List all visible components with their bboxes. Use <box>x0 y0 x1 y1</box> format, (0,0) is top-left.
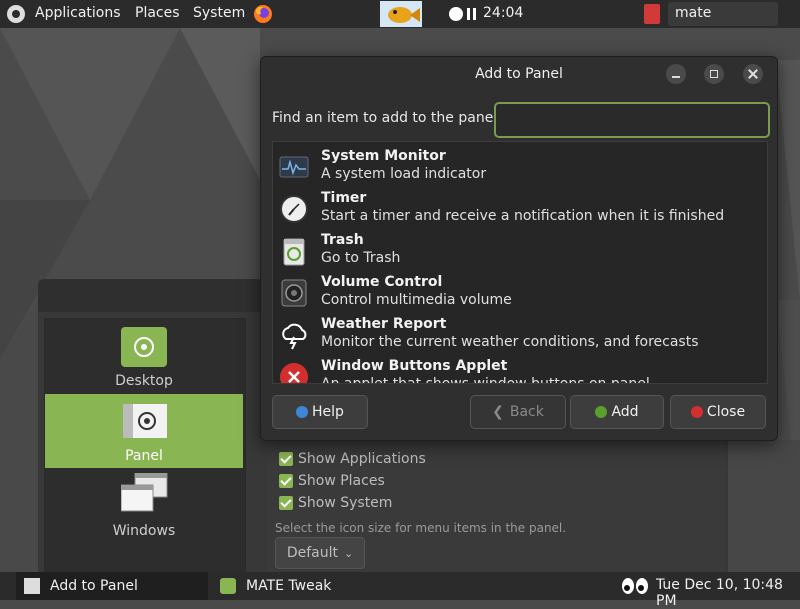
sidebar-item-desktop[interactable]: Desktop <box>45 319 243 393</box>
mate-tweak-icon <box>220 578 236 594</box>
item-description: Go to Trash <box>321 250 401 266</box>
speaker-icon <box>281 279 307 307</box>
eyes-applet-icon <box>622 578 648 594</box>
task-add-to-panel[interactable]: Add to Panel <box>16 572 208 600</box>
list-item[interactable]: Volume Control Control multimedia volume <box>273 272 753 314</box>
sidebar-item-label: Desktop <box>115 373 173 389</box>
pause-icon[interactable] <box>467 8 477 20</box>
sidebar-item-label: Panel <box>125 448 163 464</box>
item-title: Weather Report <box>321 316 447 332</box>
places-menu[interactable]: Places <box>135 5 180 21</box>
maximize-button[interactable] <box>704 64 724 84</box>
back-button[interactable]: ❮ Back <box>470 395 566 429</box>
list-item[interactable]: Window Buttons Applet An applet that sho… <box>273 356 753 384</box>
icon-size-dropdown[interactable]: Default ⌄ <box>275 537 365 569</box>
checkbox[interactable] <box>279 452 293 466</box>
fish-applet[interactable] <box>380 1 422 27</box>
timer-applet-icon[interactable] <box>449 7 463 21</box>
add-to-panel-dialog: Add to Panel Find an item to add to the … <box>260 56 778 441</box>
item-description: Start a timer and receive a notification… <box>321 208 725 224</box>
clock[interactable]: Tue Dec 10, 10:48 PM <box>656 577 800 609</box>
system-monitor-icon <box>279 156 309 178</box>
list-item[interactable]: System Monitor A system load indicator <box>273 146 753 188</box>
timer-text: 24:04 <box>483 5 524 21</box>
chevron-down-icon: ⌄ <box>343 546 354 560</box>
windows-icon <box>121 473 168 512</box>
list-item[interactable]: Timer Start a timer and receive a notifi… <box>273 188 753 230</box>
top-panel: Applications Places System 24:04 mate <box>0 0 800 28</box>
list-item[interactable]: Weather Report Monitor the current weath… <box>273 314 753 356</box>
system-menu[interactable]: System <box>193 5 245 21</box>
check-show-system[interactable]: Show System <box>279 495 392 511</box>
close-label: Close <box>706 404 746 420</box>
find-label: Find an item to add to the panel: <box>272 110 502 126</box>
item-title: Timer <box>321 190 367 206</box>
sidebar-item-panel[interactable]: Panel <box>45 394 243 468</box>
back-label: Back <box>509 404 544 420</box>
desktop-icon <box>121 327 167 367</box>
close-icon <box>690 406 703 418</box>
fish-icon <box>388 7 420 23</box>
trash-icon <box>283 238 305 266</box>
item-title: Trash <box>321 232 364 248</box>
sidebar-item-windows[interactable]: Windows <box>45 469 243 543</box>
applications-menu[interactable]: Applications <box>35 5 121 21</box>
dropdown-value: Default <box>286 545 338 561</box>
task-label: Add to Panel <box>50 578 138 594</box>
add-icon <box>595 406 608 418</box>
check-label: Show System <box>298 495 393 511</box>
item-description: Monitor the current weather conditions, … <box>321 334 699 350</box>
list-scrollbar[interactable] <box>767 312 768 350</box>
sidebar-item-label: Windows <box>112 523 176 539</box>
item-title: Volume Control <box>321 274 443 290</box>
panel-icon <box>123 404 167 438</box>
tweak-sidebar: Desktop Panel Windows <box>44 318 246 580</box>
item-title: Window Buttons Applet <box>321 358 508 374</box>
minimize-button[interactable] <box>666 64 686 84</box>
check-show-applications[interactable]: Show Applications <box>279 451 426 467</box>
check-show-places[interactable]: Show Places <box>279 473 385 489</box>
add-button[interactable]: Add <box>570 395 664 429</box>
check-label: Show Applications <box>298 451 426 467</box>
task-label: MATE Tweak <box>246 578 332 594</box>
close-button[interactable]: Close <box>670 395 766 429</box>
help-label: Help <box>312 404 344 420</box>
help-icon <box>296 406 309 418</box>
item-title: System Monitor <box>321 148 446 164</box>
check-label: Show Places <box>298 473 385 489</box>
weather-icon <box>282 323 307 350</box>
icon-size-note: Select the icon size for menu items in t… <box>275 521 567 535</box>
back-arrow-icon: ❮ <box>492 404 504 420</box>
item-description: Control multimedia volume <box>321 292 512 308</box>
checkbox[interactable] <box>279 496 293 510</box>
add-label: Add <box>611 404 639 420</box>
mate-logo-icon[interactable] <box>6 4 26 24</box>
item-description: An applet that shows window buttons on p… <box>321 376 650 384</box>
user-name: mate <box>675 5 712 21</box>
item-description: A system load indicator <box>321 166 487 182</box>
applet-list[interactable]: System Monitor A system load indicator T… <box>272 141 768 384</box>
help-button[interactable]: Help <box>272 395 368 429</box>
firefox-icon[interactable] <box>253 4 273 24</box>
close-window-button[interactable] <box>743 64 763 84</box>
checkbox[interactable] <box>279 474 293 488</box>
window-buttons-icon <box>280 363 308 383</box>
user-icon <box>644 4 660 24</box>
list-item[interactable]: Trash Go to Trash <box>273 230 753 272</box>
task-mate-tweak[interactable]: MATE Tweak <box>212 572 402 600</box>
timer-icon <box>280 195 308 223</box>
find-input[interactable] <box>494 102 770 138</box>
dialog-title[interactable]: Add to Panel <box>261 57 777 91</box>
window-icon <box>24 578 40 594</box>
